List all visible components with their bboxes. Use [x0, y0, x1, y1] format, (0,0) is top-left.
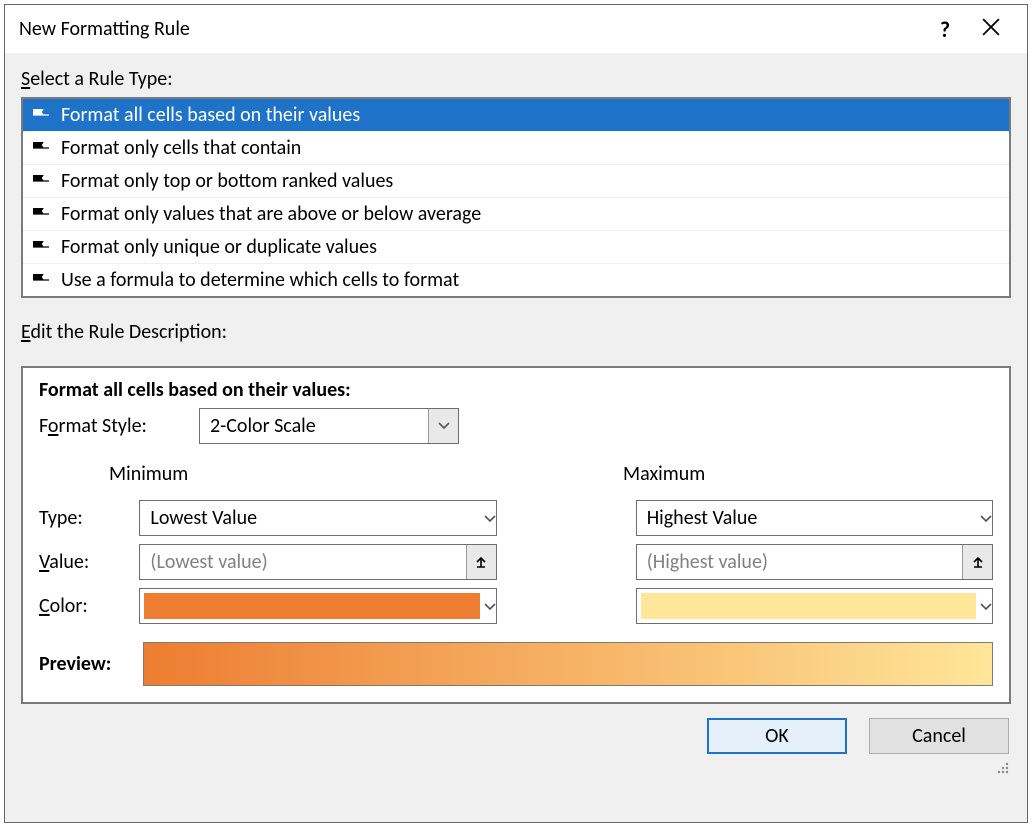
flag-icon [33, 208, 51, 220]
rule-type-item-label: Format only values that are above or bel… [61, 202, 481, 226]
chevron-down-icon [484, 597, 496, 616]
rule-type-item-ranked[interactable]: Format only top or bottom ranked values [23, 165, 1009, 198]
flag-icon [33, 241, 51, 253]
help-button[interactable]: ? [923, 16, 967, 43]
max-color-swatch [641, 593, 976, 619]
value-label: Value: [39, 550, 139, 574]
rule-type-item-label: Format only unique or duplicate values [61, 235, 377, 259]
chevron-down-icon [980, 597, 992, 616]
button-row: OK Cancel [21, 704, 1011, 756]
rule-type-item-label: Use a formula to determine which cells t… [61, 268, 459, 292]
min-type-combo[interactable]: Lowest Value [139, 500, 496, 536]
rule-type-item-label: Format only cells that contain [61, 136, 301, 160]
resize-grip-icon [993, 758, 1009, 774]
preview-row: Preview: [39, 642, 993, 686]
rule-type-list[interactable]: Format all cells based on their values F… [21, 97, 1011, 298]
close-icon [982, 18, 1000, 36]
minmax-grid: Minimum Maximum [39, 462, 993, 492]
rule-type-item-label: Format all cells based on their values [61, 103, 360, 127]
titlebar: New Formatting Rule ? [5, 5, 1027, 53]
rule-description-panel: Format all cells based on their values: … [21, 366, 1011, 704]
refedit-button[interactable] [466, 545, 496, 579]
rule-type-item-label: Format only top or bottom ranked values [61, 169, 393, 193]
min-color-swatch [144, 593, 479, 619]
format-style-combo[interactable]: 2-Color Scale [199, 408, 459, 444]
minimum-header: Minimum [109, 462, 479, 486]
chevron-down-icon [980, 509, 992, 528]
min-value-input[interactable]: (Lowest value) [139, 544, 496, 580]
rule-type-item-formula[interactable]: Use a formula to determine which cells t… [23, 264, 1009, 296]
select-rule-type-label: Select a Rule Type: [21, 67, 1011, 91]
flag-icon [33, 274, 51, 286]
min-type-value: Lowest Value [140, 506, 483, 530]
type-row: Type: Lowest Value Highest Value [39, 500, 993, 536]
cancel-button[interactable]: Cancel [869, 718, 1009, 754]
max-type-value: Highest Value [637, 506, 980, 530]
flag-icon [33, 109, 51, 121]
type-label: Type: [39, 506, 139, 530]
close-button[interactable] [967, 18, 1015, 41]
rule-type-item-average[interactable]: Format only values that are above or bel… [23, 198, 1009, 231]
min-value-placeholder: (Lowest value) [140, 550, 465, 574]
ok-button[interactable]: OK [707, 718, 847, 754]
dialog-new-formatting-rule: New Formatting Rule ? Select a Rule Type… [4, 4, 1028, 823]
max-color-combo[interactable] [636, 588, 993, 624]
max-value-placeholder: (Highest value) [637, 550, 962, 574]
collapse-dialog-icon [971, 555, 985, 569]
format-style-label: Format Style: [39, 414, 199, 438]
preview-bar [143, 642, 993, 686]
format-style-row: Format Style: 2-Color Scale [39, 408, 993, 444]
max-value-input[interactable]: (Highest value) [636, 544, 993, 580]
flag-icon [33, 175, 51, 187]
dialog-body: Select a Rule Type: Format all cells bas… [5, 53, 1027, 822]
window-title: New Formatting Rule [19, 17, 923, 41]
preview-label: Preview: [39, 652, 143, 676]
collapse-dialog-icon [474, 555, 488, 569]
chevron-down-icon [484, 509, 496, 528]
refedit-button[interactable] [962, 545, 992, 579]
edit-rule-description-label: Edit the Rule Description: [21, 320, 1011, 344]
chevron-down-icon [428, 409, 458, 443]
max-type-combo[interactable]: Highest Value [636, 500, 993, 536]
rule-type-item-values[interactable]: Format all cells based on their values [23, 99, 1009, 132]
rule-type-item-contain[interactable]: Format only cells that contain [23, 132, 1009, 165]
min-color-combo[interactable] [139, 588, 496, 624]
color-row: Color: [39, 588, 993, 624]
rule-description-heading: Format all cells based on their values: [39, 378, 993, 402]
maximum-header: Maximum [623, 462, 993, 486]
resize-grip[interactable] [993, 758, 1009, 779]
value-row: Value: (Lowest value) (Highest value) [39, 544, 993, 580]
format-style-value: 2-Color Scale [200, 414, 428, 438]
rule-type-item-unique[interactable]: Format only unique or duplicate values [23, 231, 1009, 264]
color-label: Color: [39, 594, 139, 618]
flag-icon [33, 142, 51, 154]
